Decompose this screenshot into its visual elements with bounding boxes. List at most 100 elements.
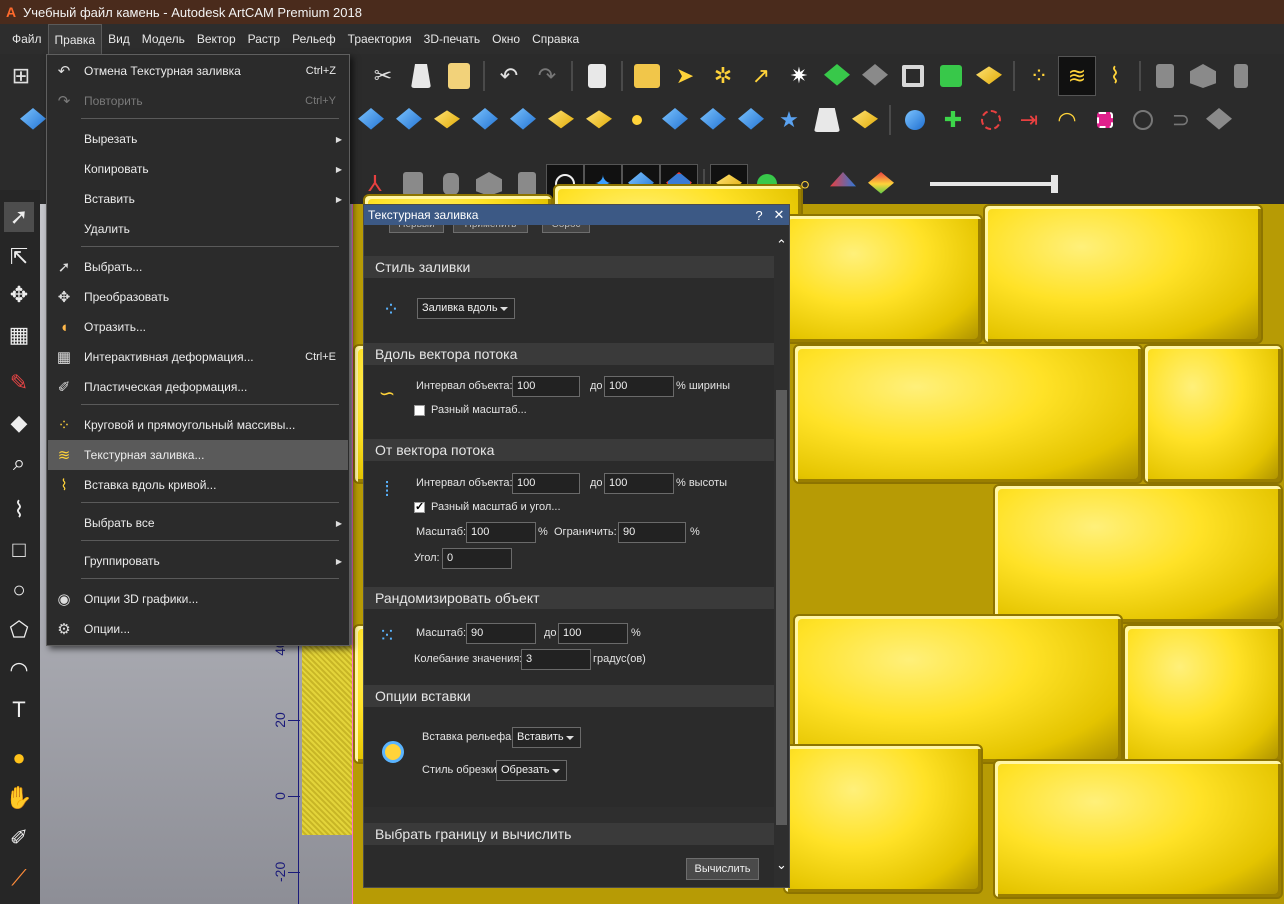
colored-relief-icon[interactable] — [824, 164, 862, 204]
menu-vector[interactable]: Вектор — [191, 24, 242, 54]
menu-undo[interactable]: ↶ Отмена Текстурная заливка Ctrl+Z — [48, 56, 348, 86]
undo-tool-icon[interactable]: ↶ — [490, 56, 528, 96]
close-icon[interactable]: ✕ — [769, 207, 789, 223]
box-tool-icon[interactable] — [1184, 56, 1222, 96]
relief-white-2-icon[interactable] — [694, 100, 732, 140]
relief-red-arrow-icon[interactable]: ⇥ — [1010, 100, 1048, 140]
extra-tool-icon[interactable] — [1222, 56, 1260, 96]
stamp-yellow-icon[interactable] — [970, 56, 1008, 96]
apply-button[interactable]: Применить — [453, 225, 528, 233]
polyline-tool-icon[interactable]: ⌇ — [4, 495, 34, 525]
scroll-thumb[interactable] — [776, 390, 787, 825]
pencil-tool-icon[interactable]: ✎ — [4, 368, 34, 398]
relief-blue-3-icon[interactable] — [466, 100, 504, 140]
redo-tool-icon[interactable]: ↷ — [528, 56, 566, 96]
section-paste-options[interactable]: Опции вставки — [364, 685, 774, 707]
first-button[interactable]: Первый — [389, 225, 444, 233]
star-shape-icon[interactable]: ✷ — [780, 56, 818, 96]
panel-scrollbar[interactable]: ⌃ ⌄ — [774, 225, 789, 887]
menu-redo[interactable]: ↷ Повторить Ctrl+Y — [48, 86, 348, 116]
grid-green-icon[interactable] — [932, 56, 970, 96]
transform-tool-icon[interactable]: ✥ — [4, 280, 34, 310]
notes-tool-icon[interactable] — [578, 56, 616, 96]
warp-tool-icon[interactable]: ▦ — [4, 320, 34, 350]
menu-window[interactable]: Окно — [486, 24, 526, 54]
trim-style-dropdown[interactable]: Обрезать — [496, 760, 567, 781]
menu-transform[interactable]: ✥ Преобразовать — [48, 282, 348, 312]
add-relief-icon[interactable]: ✚ — [934, 100, 972, 140]
section-along-vector[interactable]: Вдоль вектора потока — [364, 343, 774, 365]
from-limit-input[interactable]: 90 — [618, 522, 686, 543]
relief-mirror-icon[interactable]: ◠ — [1048, 100, 1086, 140]
section-randomize[interactable]: Рандомизировать объект — [364, 587, 774, 609]
menu-cut[interactable]: Вырезать ▶ — [48, 124, 348, 154]
vector-arrow-icon[interactable]: ➤ — [666, 56, 704, 96]
help-icon[interactable]: ? — [749, 208, 769, 223]
relief-gold-3-icon[interactable] — [580, 100, 618, 140]
along-interval-to-input[interactable]: 100 — [604, 376, 674, 397]
measure-tool-icon[interactable]: ⌕ — [4, 448, 34, 478]
variation-input[interactable]: 3 — [521, 649, 591, 670]
node-select-tool-icon[interactable]: ⇱ — [4, 242, 34, 272]
node-edit-icon[interactable]: ✲ — [704, 56, 742, 96]
menu-paste[interactable]: Вставить ▶ — [48, 184, 348, 214]
arc-tool-icon[interactable]: ◠ — [4, 655, 34, 685]
menu-copy[interactable]: Копировать ▶ — [48, 154, 348, 184]
relief-green-icon[interactable] — [818, 56, 856, 96]
menu-plastic-warp[interactable]: ✐ Пластическая деформация... — [48, 372, 348, 402]
relief-paste-dropdown[interactable]: Вставить — [512, 727, 581, 748]
copy-tool-icon[interactable] — [402, 56, 440, 96]
menu-select-all[interactable]: Выбрать все ▶ — [48, 508, 348, 538]
circle-tool-icon[interactable]: ○ — [4, 575, 34, 605]
reset-button[interactable]: Сброс — [542, 225, 590, 233]
menu-toolpath[interactable]: Траектория — [342, 24, 418, 54]
relief-dot-icon[interactable] — [618, 100, 656, 140]
random-scale-from-input[interactable]: 90 — [466, 623, 536, 644]
menu-mirror[interactable]: ◖ Отразить... — [48, 312, 348, 342]
dimension-tool-icon[interactable]: ⊞ — [2, 56, 40, 96]
section-compute[interactable]: Выбрать границу и вычислить — [364, 823, 774, 845]
relief-blue-1-icon[interactable] — [352, 100, 390, 140]
select-arrow-tool-icon[interactable]: ➚ — [4, 202, 34, 232]
menu-help[interactable]: Справка — [526, 24, 585, 54]
sculpt-tool-icon[interactable]: ✐ — [4, 823, 34, 853]
relief-grey-1-icon[interactable] — [1124, 100, 1162, 140]
compute-button[interactable]: Вычислить — [686, 858, 759, 880]
relief-star-icon[interactable]: ★ — [770, 100, 808, 140]
section-fill-style[interactable]: Стиль заливки — [364, 256, 774, 278]
menu-3d-graphics-options[interactable]: ◉ Опции 3D графики... — [48, 584, 348, 614]
scroll-up-icon[interactable]: ⌃ — [774, 237, 789, 253]
zoom-slider-thumb[interactable] — [1051, 175, 1058, 193]
text-tool-icon[interactable]: T — [4, 695, 34, 725]
menu-interactive-warp[interactable]: ▦ Интерактивная деформация... Ctrl+E — [48, 342, 348, 372]
relief-blue-5-icon[interactable] — [732, 100, 770, 140]
from-interval-to-input[interactable]: 100 — [604, 473, 674, 494]
menu-group[interactable]: Группировать ▶ — [48, 546, 348, 576]
relief-grey-icon[interactable] — [856, 56, 894, 96]
curve-tool-icon[interactable]: ↗ — [742, 56, 780, 96]
smudge-tool-icon[interactable]: ✋ — [4, 783, 34, 813]
eraser-tool-icon[interactable]: ◆ — [4, 408, 34, 438]
array-tool-icon[interactable]: ⁘ — [1020, 56, 1058, 96]
relief-blue-4-icon[interactable] — [504, 100, 542, 140]
relief-white-3-icon[interactable] — [808, 100, 846, 140]
relief-blue-2-icon[interactable] — [390, 100, 428, 140]
relief-grey-3-icon[interactable] — [1200, 100, 1238, 140]
from-interval-from-input[interactable]: 100 — [512, 473, 580, 494]
relief-magenta-icon[interactable] — [1086, 100, 1124, 140]
menu-view[interactable]: Вид — [102, 24, 136, 54]
menu-paste-along-curve[interactable]: ⌇ Вставка вдоль кривой... — [48, 470, 348, 500]
from-angle-input[interactable]: 0 — [442, 548, 512, 569]
menu-select[interactable]: ➚ Выбрать... — [48, 252, 348, 282]
menu-texture-fill[interactable]: ≋ Текстурная заливка... — [48, 440, 348, 470]
mold-tool-icon[interactable] — [1146, 56, 1184, 96]
menu-options[interactable]: ⚙ Опции... — [48, 614, 348, 644]
section-from-vector[interactable]: От вектора потока — [364, 439, 774, 461]
along-interval-from-input[interactable]: 100 — [512, 376, 580, 397]
menu-relief[interactable]: Рельеф — [286, 24, 342, 54]
rainbow-layers-icon[interactable] — [862, 164, 900, 204]
menu-bitmap[interactable]: Растр — [242, 24, 286, 54]
relief-gold-1-icon[interactable] — [428, 100, 466, 140]
relief-red-circle-icon[interactable] — [972, 100, 1010, 140]
texture-fill-tool-icon[interactable]: ≋ — [1058, 56, 1096, 96]
